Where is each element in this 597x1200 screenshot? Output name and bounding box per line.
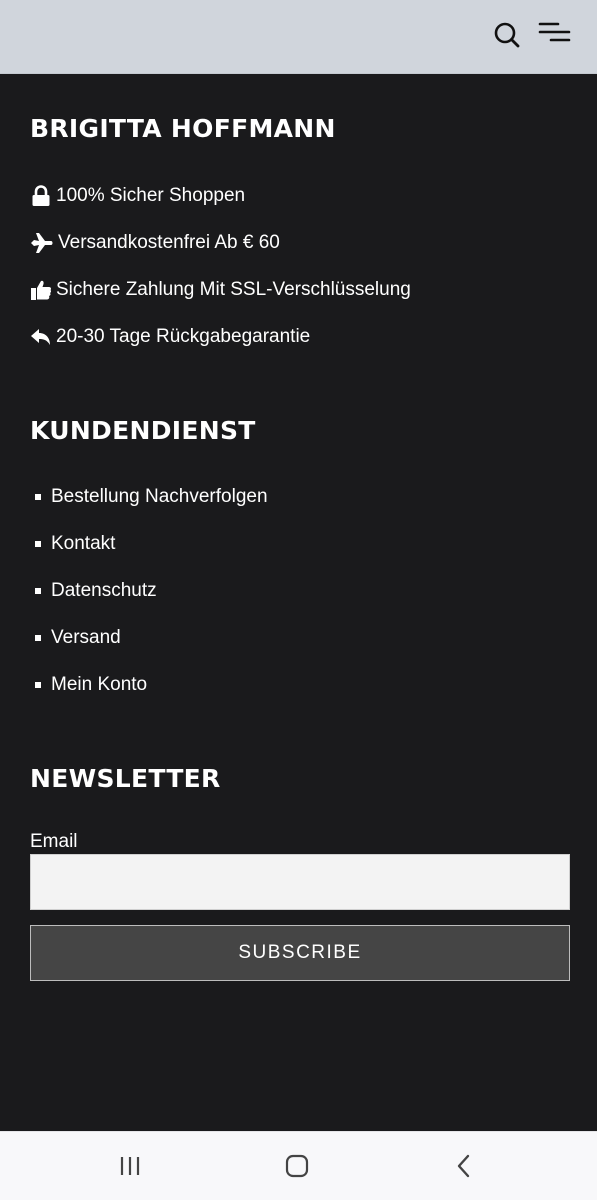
feature-secure-shopping: 100% Sicher Shoppen <box>30 185 245 207</box>
bullet <box>35 588 41 594</box>
subscribe-button[interactable]: SUBSCRIBE <box>30 925 570 981</box>
newsletter-title: NEWSLETTER <box>30 764 221 793</box>
back-button[interactable] <box>444 1146 484 1186</box>
recent-apps-icon <box>120 1157 140 1175</box>
thumbs-up-icon <box>30 279 52 301</box>
back-icon <box>457 1154 470 1178</box>
link-contact[interactable]: Kontakt <box>30 533 115 555</box>
home-icon <box>285 1154 309 1178</box>
search-icon <box>494 22 520 48</box>
link-label: Bestellung Nachverfolgen <box>51 486 268 507</box>
search-button[interactable] <box>492 20 522 50</box>
bullet <box>35 682 41 688</box>
feature-label: 20-30 Tage Rückgabegarantie <box>56 326 311 347</box>
link-label: Mein Konto <box>51 674 148 695</box>
brand-title: BRIGITTA HOFFMANN <box>30 114 336 143</box>
feature-label: 100% Sicher Shoppen <box>56 185 246 206</box>
menu-icon <box>538 22 571 42</box>
menu-button[interactable] <box>538 20 572 46</box>
airplane-icon <box>30 232 54 254</box>
page: BRIGITTA HOFFMANN 100% Sicher Shoppen Ve… <box>0 0 597 1200</box>
link-label: Datenschutz <box>51 580 157 601</box>
link-label: Kontakt <box>51 533 116 554</box>
link-label: Versand <box>51 627 121 648</box>
link-shipping[interactable]: Versand <box>30 627 121 649</box>
android-navigation-bar <box>0 1131 597 1200</box>
feature-free-shipping: Versandkostenfrei Ab € 60 <box>30 232 280 254</box>
link-order-tracking[interactable]: Bestellung Nachverfolgen <box>30 486 268 508</box>
recent-apps-button[interactable] <box>110 1146 150 1186</box>
home-button[interactable] <box>277 1146 317 1186</box>
link-privacy[interactable]: Datenschutz <box>30 580 157 602</box>
email-input[interactable] <box>30 854 570 910</box>
feature-label: Versandkostenfrei Ab € 60 <box>58 232 280 253</box>
top-header-bar <box>0 0 597 74</box>
bullet <box>35 494 41 500</box>
service-title: KUNDENDIENST <box>30 416 256 445</box>
feature-label: Sichere Zahlung Mit SSL-Verschlüsselung <box>56 279 411 300</box>
link-my-account[interactable]: Mein Konto <box>30 674 147 696</box>
feature-return-guarantee: 20-30 Tage Rückgabegarantie <box>30 326 310 348</box>
reply-arrow-icon <box>30 326 52 348</box>
lock-icon <box>30 185 52 207</box>
email-label: Email <box>30 831 78 852</box>
bullet <box>35 635 41 641</box>
bullet <box>35 541 41 547</box>
feature-ssl-payment: Sichere Zahlung Mit SSL-Verschlüsselung <box>30 279 411 301</box>
